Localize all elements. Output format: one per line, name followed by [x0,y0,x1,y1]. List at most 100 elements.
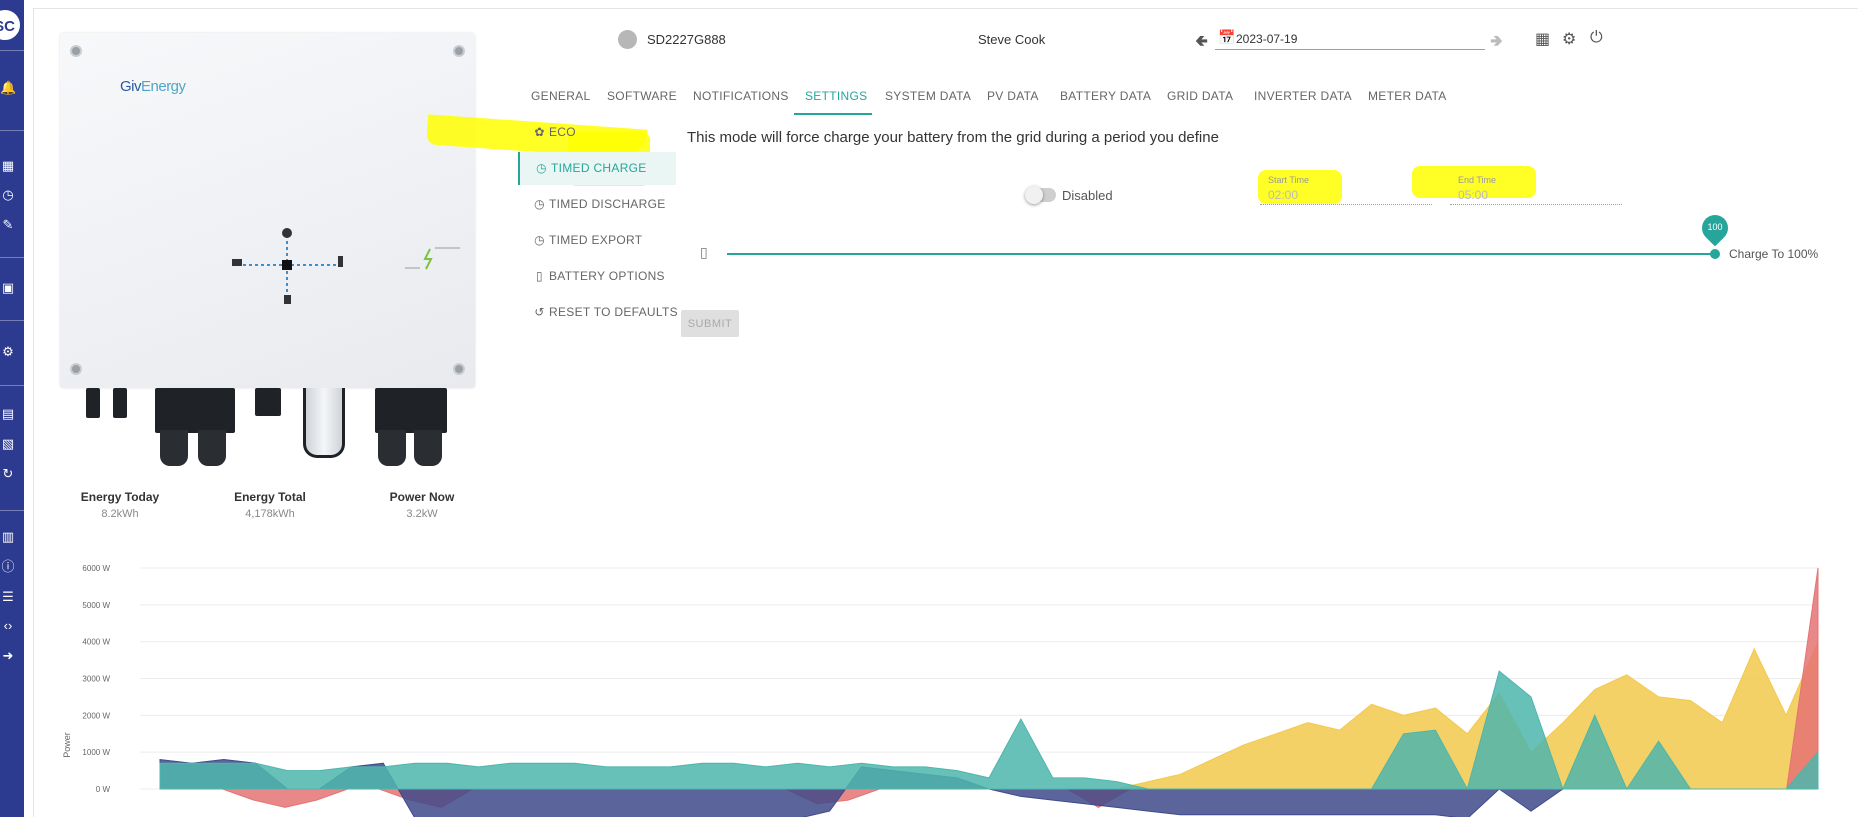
edit-icon[interactable]: ✎ [0,217,16,233]
connector-block [155,388,235,433]
menu-item-eco[interactable]: ✿ ECO [530,116,676,149]
charge-slider-track[interactable] [727,253,1715,255]
chart-y-tick-label: 3000 W [82,675,110,684]
menu-item-label: BATTERY OPTIONS [549,269,665,283]
stat-value: 4,178kWh [245,508,295,520]
sidebar-divider [0,257,24,258]
settings-icon[interactable]: ⚙ [1562,29,1576,49]
cable-gland [378,430,406,466]
power-chart: 6000 W5000 W4000 W3000 W2000 W1000 W0 W … [62,564,1819,817]
connector-icon [86,388,100,418]
tab-system-data[interactable]: SYSTEM DATA [885,89,971,103]
tab-notifications[interactable]: NOTIFICATIONS [693,89,789,103]
user-name: Steve Cook [978,32,1046,47]
chart-y-label: Power [62,732,72,758]
active-tab-indicator [794,113,872,115]
chart-y-tick-label: 4000 W [82,638,110,647]
connector-block [375,388,447,433]
clock-icon: ◷ [534,197,545,211]
message-icon[interactable]: ▧ [0,436,16,452]
tab-battery-data[interactable]: BATTERY DATA [1060,89,1151,103]
chart-y-ticks: 6000 W 5000 W 4000 W 3000 W 2000 W 1000 W 0 W [82,564,110,794]
connector-icon [113,388,127,418]
avatar[interactable]: SC [0,10,20,40]
users-gear-icon[interactable]: ⚙ [0,344,16,360]
sidebar-divider [0,510,24,511]
charge-to-label: Charge To 100% [1729,247,1819,261]
date-input[interactable]: 2023-07-19 [1236,32,1297,46]
arrow-left-icon[interactable]: 🢀 [1195,30,1208,57]
cable-gland [414,430,442,466]
menu-item-battery-options[interactable]: ▯ BATTERY OPTIONS [530,260,676,293]
edit-list-icon[interactable]: ☰ [0,589,16,605]
menu-item-label: TIMED DISCHARGE [549,197,666,211]
calendar-icon[interactable]: 📅 [1218,29,1235,46]
tab-software[interactable]: SOFTWARE [607,89,677,103]
bell-icon[interactable]: 🔔 [0,80,16,96]
cable-gland [160,430,188,466]
chart-y-tick-label: 0 W [96,785,111,794]
tab-pv-data[interactable]: PV DATA [987,89,1039,103]
chart-y-tick-label: 5000 W [82,601,110,610]
chart-y-tick-label: 6000 W [82,564,110,573]
inverter-serial[interactable]: SD2227G888 [647,32,726,47]
stat-energy-today: Energy Today 8.2kWh [75,490,165,520]
menu-item-timed-export[interactable]: ◷ TIMED EXPORT [530,224,676,257]
tab-meter-data[interactable]: METER DATA [1368,89,1447,103]
inverter-status-dot [618,30,637,49]
alert-icon[interactable]: ⓘ [0,559,16,575]
enable-toggle-label: Disabled [1062,188,1113,203]
stat-value: 3.2kW [406,508,438,520]
charge-slider-thumb[interactable] [1710,249,1720,259]
submit-button[interactable]: SUBMIT [681,310,739,337]
end-time-value[interactable]: 05:00 [1458,188,1488,202]
tab-grid-data[interactable]: GRID DATA [1167,89,1233,103]
logout-icon[interactable]: ➜ [0,648,16,664]
start-time-value[interactable]: 02:00 [1268,188,1298,202]
clock-icon: ◷ [536,161,547,175]
clock-icon: ◷ [534,233,545,247]
menu-item-reset-defaults[interactable]: ↺ RESET TO DEFAULTS [530,296,677,329]
chart-areas [159,567,1819,817]
stat-label: Energy Today [80,490,160,504]
date-input-underline [1215,49,1485,50]
monitor-icon[interactable]: ▣ [0,280,16,296]
mode-description: This mode will force charge your battery… [687,129,1219,146]
arrow-right-icon[interactable]: 🢂 [1490,30,1503,57]
inverter-image: GivEnergy [60,33,475,388]
history-icon[interactable]: ◷ [0,187,16,203]
inverter-brand-logo: GivEnergy [120,78,186,95]
menu-item-timed-discharge[interactable]: ◷ TIMED DISCHARGE [530,188,676,221]
menu-item-label: ECO [549,125,576,139]
connector-icon [255,388,281,416]
chart-y-tick-label: 1000 W [82,748,110,757]
chart-y-tick-label: 2000 W [82,711,110,720]
stat-label: Energy Total [234,490,306,504]
menu-item-timed-charge[interactable]: ◷ TIMED CHARGE [518,152,676,185]
end-time-field[interactable]: End Time 05:00 [1450,173,1622,205]
cable-gland [198,430,226,466]
stat-value: 8.2kWh [101,508,139,520]
screw-icon [453,45,465,57]
sidebar-divider [0,320,24,321]
reset-icon: ↺ [534,305,545,319]
menu-item-label: TIMED CHARGE [551,161,647,175]
power-icon[interactable]: ⏻ [1590,29,1603,47]
menu-item-label: TIMED EXPORT [549,233,643,247]
enable-toggle-knob[interactable] [1025,186,1043,204]
tab-inverter-data[interactable]: INVERTER DATA [1254,89,1352,103]
stat-energy-total: Energy Total 4,178kWh [225,490,315,520]
code-icon[interactable]: ‹› [0,618,16,634]
chat-icon[interactable]: ▤ [0,406,16,422]
battery-icon: ▯ [700,244,708,260]
grid-icon[interactable]: ▦ [1535,29,1550,49]
sidebar-divider [0,385,24,386]
battery-icon: ▯ [536,269,543,283]
sync-icon[interactable]: ↻ [0,466,16,482]
dashboard-icon[interactable]: ▦ [0,158,16,174]
tab-general[interactable]: GENERAL [531,89,590,103]
tab-settings[interactable]: SETTINGS [805,89,867,103]
start-time-field[interactable]: Start Time 02:00 [1260,173,1432,205]
screw-icon [70,45,82,57]
comments-icon[interactable]: ▥ [0,529,16,545]
